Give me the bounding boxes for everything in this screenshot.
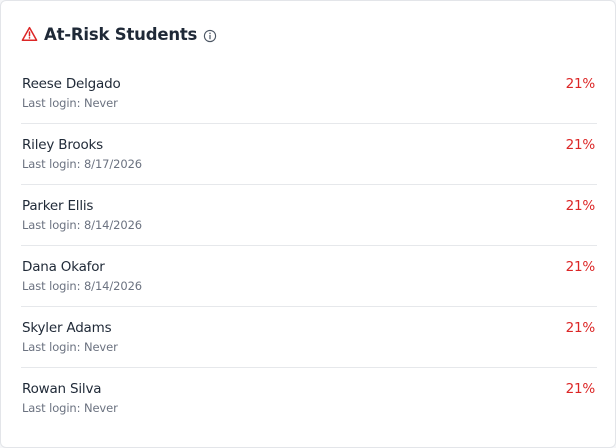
student-list: Reese Delgado Last login: Never 21% Rile… <box>21 63 597 429</box>
student-name: Rowan Silva <box>22 381 102 397</box>
student-score: 21% <box>565 381 596 397</box>
student-score: 21% <box>565 320 596 336</box>
student-last-login: Last login: Never <box>22 96 118 110</box>
at-risk-students-card: At-Risk Students Reese Delgado Last logi… <box>0 0 616 448</box>
warning-triangle-icon <box>21 26 38 42</box>
student-row[interactable]: Rowan Silva Last login: Never 21% <box>21 368 597 429</box>
student-score: 21% <box>565 259 596 275</box>
student-last-login: Last login: 8/14/2026 <box>22 279 143 293</box>
student-name: Parker Ellis <box>22 198 94 214</box>
student-row[interactable]: Skyler Adams Last login: Never 21% <box>21 307 597 368</box>
student-score: 21% <box>565 137 596 153</box>
student-last-login: Last login: Never <box>22 340 118 354</box>
student-last-login: Last login: 8/14/2026 <box>22 218 143 232</box>
student-row[interactable]: Parker Ellis Last login: 8/14/2026 21% <box>21 185 597 246</box>
student-name: Dana Okafor <box>22 259 105 275</box>
card-header: At-Risk Students <box>21 23 217 45</box>
student-name: Skyler Adams <box>22 320 112 336</box>
student-last-login: Last login: 8/17/2026 <box>22 157 143 171</box>
student-score: 21% <box>565 198 596 214</box>
student-row[interactable]: Reese Delgado Last login: Never 21% <box>21 63 597 124</box>
student-name: Riley Brooks <box>22 137 103 153</box>
student-row[interactable]: Dana Okafor Last login: 8/14/2026 21% <box>21 246 597 307</box>
student-score: 21% <box>565 76 596 92</box>
student-row[interactable]: Riley Brooks Last login: 8/17/2026 21% <box>21 124 597 185</box>
info-circle-icon[interactable] <box>203 28 217 43</box>
card-title: At-Risk Students <box>44 24 198 44</box>
student-name: Reese Delgado <box>22 76 121 92</box>
student-last-login: Last login: Never <box>22 401 118 415</box>
